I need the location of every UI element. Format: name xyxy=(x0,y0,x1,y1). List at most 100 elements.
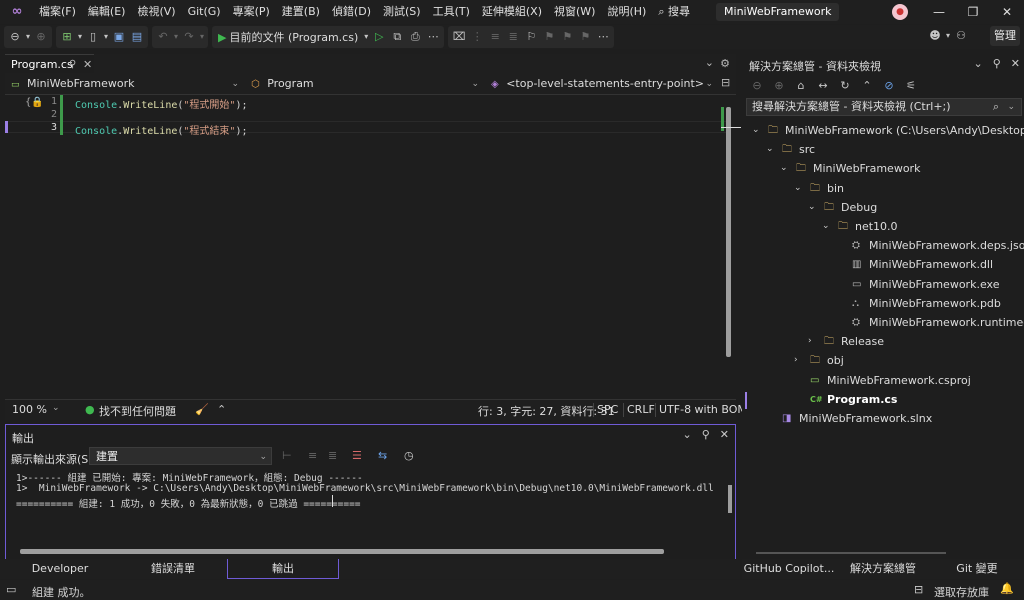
find-message-icon[interactable]: ⊢ xyxy=(282,449,292,462)
tree-item[interactable]: ⌄ 🗀 src xyxy=(742,140,1024,159)
zoom-level[interactable]: 100 % xyxy=(12,403,47,416)
tree-item[interactable]: C# Program.cs xyxy=(742,390,1024,409)
prev-message-icon[interactable]: ≡ xyxy=(308,449,317,462)
tree-item[interactable]: ⌄ 🗀 MiniWebFramework xyxy=(742,159,1024,178)
start-debugging-button[interactable]: ▶ 目前的文件 (Program.cs) xyxy=(214,29,362,45)
code-cleanup-icon[interactable]: 🧹 xyxy=(195,403,209,416)
code-line[interactable]: Console.WriteLine("程式結束"); xyxy=(75,122,248,137)
chevron-right-icon[interactable]: › xyxy=(794,351,798,370)
tree-item[interactable]: › 🗀 obj xyxy=(742,351,1024,370)
tab-program-cs[interactable]: Program.cs ⚲ ✕ xyxy=(5,54,94,73)
tree-item[interactable]: ⌄ 🗀 net10.0 xyxy=(742,217,1024,236)
dropdown-chevron-icon[interactable]: ▾ xyxy=(76,28,84,46)
minimize-button[interactable]: — xyxy=(922,0,956,24)
menu-debug[interactable]: 偵錯(D) xyxy=(326,2,377,22)
bookmark-icon[interactable]: ⚐ xyxy=(522,28,540,46)
next-message-icon[interactable]: ≣ xyxy=(328,449,337,462)
live-share-icon[interactable]: ⚇ xyxy=(952,27,970,45)
new-file-icon[interactable]: ▯ xyxy=(84,28,102,46)
hot-reload-icon[interactable]: ⎙ xyxy=(406,28,424,46)
tree-item[interactable]: ⛬ MiniWebFramework.pdb xyxy=(742,294,1024,313)
back-icon[interactable]: ⊖ xyxy=(746,77,768,95)
more-icon[interactable]: ⋯ xyxy=(424,28,442,46)
menu-test[interactable]: 測試(S) xyxy=(377,2,427,22)
tab-github-copilot[interactable]: GitHub Copilot... xyxy=(742,559,836,578)
tree-item[interactable]: ◨ MiniWebFramework.slnx xyxy=(742,409,1024,428)
solution-explorer-search-input[interactable]: 搜尋解決方案總管 - 資料夾檢視 (Ctrl+;) ⌕ ⌄ xyxy=(746,98,1022,116)
tree-item[interactable]: ▥ MiniWebFramework.dll xyxy=(742,255,1024,274)
home-icon[interactable]: ⌂ xyxy=(790,77,812,95)
indent-icon[interactable]: ≣ xyxy=(504,28,522,46)
browse-folder-icon[interactable]: ⧉ xyxy=(388,28,406,46)
chevron-right-icon[interactable]: › xyxy=(808,332,812,351)
dropdown-chevron-icon[interactable]: ▾ xyxy=(172,28,180,46)
select-repository-label[interactable]: 選取存放庫 xyxy=(934,584,989,600)
switch-views-icon[interactable]: ↔ xyxy=(812,77,834,95)
chevron-down-icon[interactable]: ⌄ xyxy=(52,403,60,413)
pin-icon[interactable]: ⚲ xyxy=(69,55,76,74)
navigate-back-icon[interactable]: ⊖ xyxy=(6,28,24,46)
output-vertical-scrollbar[interactable] xyxy=(728,485,732,513)
whitespace-mode[interactable]: SPC xyxy=(597,403,618,416)
output-window-icon[interactable]: ▭ xyxy=(6,583,16,596)
start-without-debugging-icon[interactable]: ▷ xyxy=(370,28,388,46)
chevron-up-icon[interactable]: ⌃ xyxy=(217,403,226,416)
dropdown-chevron-icon[interactable]: ▾ xyxy=(102,28,110,46)
pin-icon[interactable]: ⚲ xyxy=(702,428,710,441)
collapse-all-icon[interactable]: ⌃ xyxy=(856,77,878,95)
menu-git[interactable]: Git(G) xyxy=(182,2,227,22)
uncomment-icon[interactable]: ⋮ xyxy=(468,28,486,46)
file-encoding[interactable]: UTF-8 with BOM xyxy=(659,403,747,416)
line-ending[interactable]: CRLF xyxy=(627,403,655,416)
search-icon[interactable]: ⌕ xyxy=(993,99,999,115)
menu-help[interactable]: 說明(H) xyxy=(601,2,652,22)
menu-extensions[interactable]: 延伸模組(X) xyxy=(476,2,548,22)
chevron-down-icon[interactable]: ⌄ xyxy=(683,428,692,441)
word-wrap-icon[interactable]: ⇆ xyxy=(378,449,387,462)
undo-icon[interactable]: ↶ xyxy=(154,28,172,46)
menu-edit[interactable]: 編輯(E) xyxy=(82,2,132,22)
tree-item[interactable]: ⌄ 🗀 Debug xyxy=(742,198,1024,217)
vertical-scrollbar[interactable] xyxy=(726,107,731,357)
more-icon[interactable]: ⋯ xyxy=(594,28,612,46)
clear-bookmarks-icon[interactable]: ⚑ xyxy=(576,28,594,46)
tree-item[interactable]: ⌄ 🗀 MiniWebFramework (C:\Users\Andy\Deskto… xyxy=(742,121,1024,140)
tab-developer-powershell[interactable]: Developer PowerShell xyxy=(0,559,120,594)
output-source-select[interactable]: 建置 ⌄ xyxy=(89,447,272,465)
menu-build[interactable]: 建置(B) xyxy=(276,2,326,22)
chevron-down-icon[interactable]: ⌄ xyxy=(1007,99,1015,115)
menu-search[interactable]: ⌕ 搜尋 xyxy=(652,2,696,22)
dropdown-chevron-icon[interactable]: ▾ xyxy=(24,28,32,46)
refresh-icon[interactable]: ↻ xyxy=(834,77,856,95)
chevron-down-icon[interactable]: ⌄ xyxy=(766,140,774,159)
tree-item[interactable]: ▭ MiniWebFramework.exe xyxy=(742,275,1024,294)
close-icon[interactable]: ✕ xyxy=(720,428,729,441)
tree-item[interactable]: ⛭ MiniWebFramework.deps.json xyxy=(742,236,1024,255)
forward-icon[interactable]: ⊕ xyxy=(768,77,790,95)
menu-window[interactable]: 視窗(W) xyxy=(548,2,601,22)
tab-solution-explorer[interactable]: 解決方案總管 xyxy=(836,559,930,578)
outdent-icon[interactable]: ≡ xyxy=(486,28,504,46)
properties-icon[interactable]: ⚟ xyxy=(900,77,922,95)
solution-explorer-horizontal-scrollbar[interactable] xyxy=(756,552,946,554)
tree-item[interactable]: › 🗀 Release xyxy=(742,332,1024,351)
save-all-icon[interactable]: ▤ xyxy=(128,28,146,46)
tree-item[interactable]: ⛭ MiniWebFramework.runtimeconfig.json xyxy=(742,313,1024,332)
dropdown-chevron-icon[interactable]: ▾ xyxy=(198,28,206,46)
chevron-down-icon[interactable]: ⌄ xyxy=(974,57,983,70)
output-horizontal-scrollbar[interactable] xyxy=(20,549,664,554)
account-avatar[interactable]: ● xyxy=(892,4,908,20)
tab-error-list[interactable]: 錯誤清單 xyxy=(120,559,226,578)
next-bookmark-icon[interactable]: ⚑ xyxy=(558,28,576,46)
code-line[interactable]: Console.WriteLine("程式開始"); xyxy=(75,96,248,111)
comment-icon[interactable]: ⌧ xyxy=(450,28,468,46)
save-icon[interactable]: ▣ xyxy=(110,28,128,46)
dropdown-chevron-icon[interactable]: ▾ xyxy=(362,28,370,46)
issues-status[interactable]: 找不到任何問題 xyxy=(99,403,176,419)
tab-git-changes[interactable]: Git 變更 xyxy=(930,559,1024,578)
chevron-down-icon[interactable]: ⌄ xyxy=(794,179,802,198)
solution-name-badge[interactable]: MiniWebFramework xyxy=(716,3,840,21)
repository-icon[interactable]: ⊟ xyxy=(914,583,923,596)
menu-tools[interactable]: 工具(T) xyxy=(427,2,476,22)
chevron-down-icon[interactable]: ⌄ xyxy=(822,217,830,236)
